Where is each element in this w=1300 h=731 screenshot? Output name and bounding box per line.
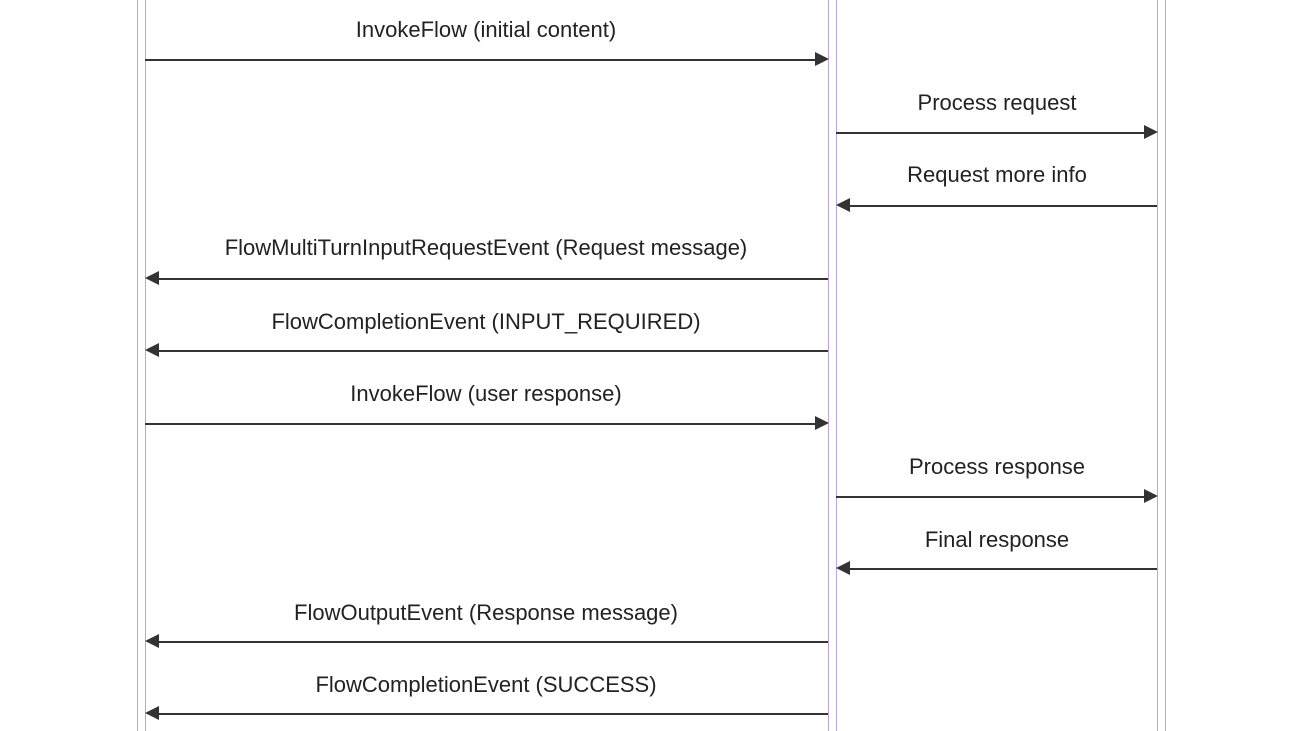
msg-label: FlowCompletionEvent (SUCCESS)	[315, 672, 656, 698]
msg-label: Final response	[925, 527, 1069, 553]
arrow-line	[158, 713, 828, 715]
sequence-diagram: InvokeFlow (initial content) Process req…	[0, 0, 1300, 731]
arrow-head-right-icon	[1144, 489, 1158, 503]
msg-label: Process response	[909, 454, 1085, 480]
msg-label: InvokeFlow (user response)	[350, 381, 621, 407]
arrow-line	[849, 205, 1157, 207]
arrow-line	[836, 132, 1144, 134]
arrow-head-right-icon	[1144, 125, 1158, 139]
arrow-head-left-icon	[145, 271, 159, 285]
msg-label: FlowOutputEvent (Response message)	[294, 600, 678, 626]
arrow-head-right-icon	[815, 52, 829, 66]
arrow-line	[145, 59, 815, 61]
arrow-line	[158, 278, 828, 280]
arrow-line	[849, 568, 1157, 570]
arrow-line	[145, 423, 815, 425]
msg-label: InvokeFlow (initial content)	[356, 17, 616, 43]
arrow-head-left-icon	[145, 634, 159, 648]
lifeline-client	[137, 0, 146, 731]
arrow-head-left-icon	[145, 343, 159, 357]
arrow-line	[158, 350, 828, 352]
lifeline-backend	[1157, 0, 1166, 731]
arrow-head-left-icon	[836, 198, 850, 212]
msg-label: Request more info	[907, 162, 1087, 188]
arrow-head-left-icon	[836, 561, 850, 575]
lifeline-flow	[828, 0, 837, 731]
msg-label: Process request	[918, 90, 1077, 116]
arrow-line	[836, 496, 1144, 498]
arrow-head-right-icon	[815, 416, 829, 430]
arrow-line	[158, 641, 828, 643]
arrow-head-left-icon	[145, 706, 159, 720]
msg-label: FlowCompletionEvent (INPUT_REQUIRED)	[271, 309, 700, 335]
msg-label: FlowMultiTurnInputRequestEvent (Request …	[225, 235, 748, 261]
